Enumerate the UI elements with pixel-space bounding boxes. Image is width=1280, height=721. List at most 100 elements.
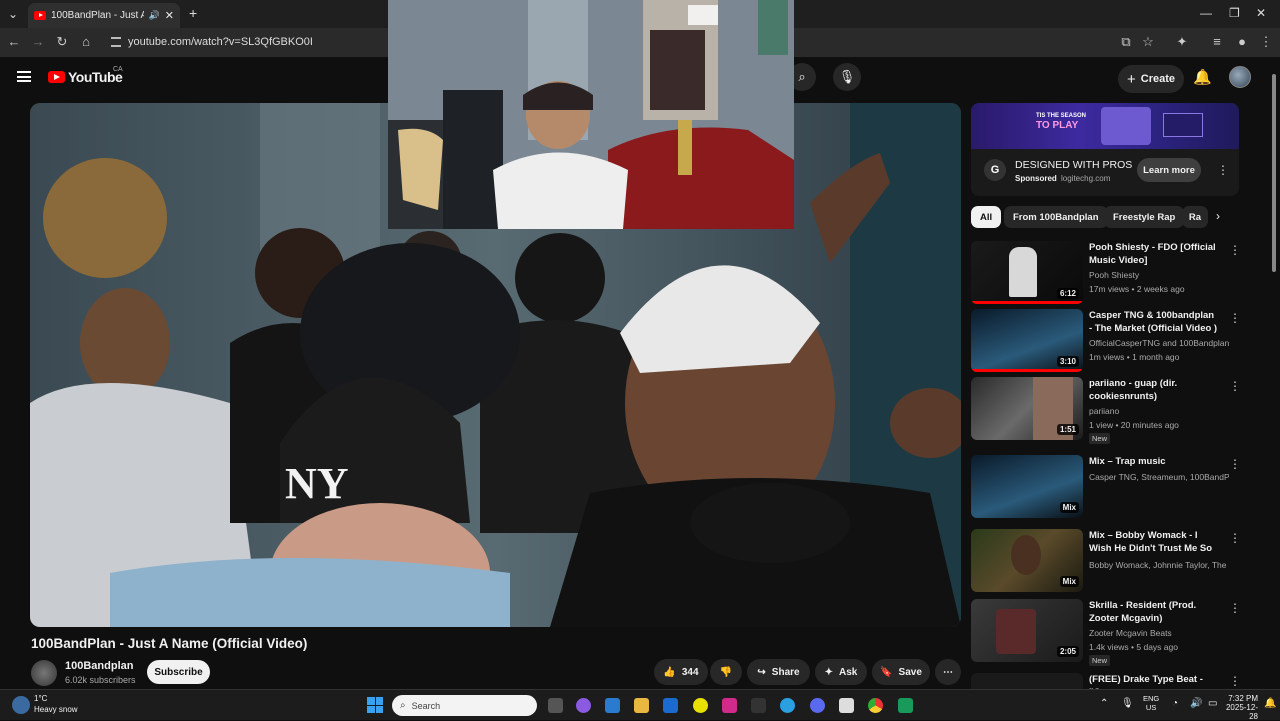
learn-more-button[interactable]: Learn more <box>1137 158 1201 182</box>
video-thumbnail[interactable]: 6:12 <box>971 241 1083 304</box>
notifications-bell-icon[interactable]: 🔔 <box>1193 68 1212 86</box>
tab-close-icon[interactable]: ✕ <box>165 9 174 22</box>
weather-icon[interactable] <box>12 696 30 714</box>
recommendation-title[interactable]: Mix – Bobby Womack - I Wish He Didn't Tr… <box>1089 529 1219 555</box>
recommendation-channel[interactable]: Casper TNG, Streameum, 100BandPlan a... <box>1089 472 1229 482</box>
recommendation-title[interactable]: (FREE) Drake Type Beat - "One <box>1089 673 1219 689</box>
video-thumbnail[interactable]: 3:10 <box>971 309 1083 372</box>
reload-icon[interactable]: ↻ <box>54 34 70 50</box>
chip-all[interactable]: All <box>971 206 1002 228</box>
youtube-logo[interactable]: YouTube <box>48 69 123 85</box>
install-app-icon[interactable]: ⧉ <box>1118 34 1134 50</box>
like-button[interactable]: 👍 344 <box>654 659 708 685</box>
window-close-icon[interactable]: ✕ <box>1256 6 1266 20</box>
recommendation-item[interactable]: Mix Mix – Bobby Womack - I Wish He Didn'… <box>971 529 1241 595</box>
task-view-icon[interactable] <box>548 698 563 713</box>
outlook-icon[interactable] <box>663 698 678 713</box>
chip-freestyle-rap[interactable]: Freestyle Rap <box>1104 206 1185 228</box>
language-indicator[interactable]: ENG US <box>1143 694 1159 712</box>
mix-thumbnail[interactable]: Mix <box>971 455 1083 518</box>
file-explorer-icon[interactable] <box>634 698 649 713</box>
tab-search-icon[interactable]: ⌄ <box>8 7 18 21</box>
notification-center-icon[interactable]: 🔔 <box>1264 698 1276 709</box>
recommendation-item[interactable]: 2:05 Skrilla - Resident (Prod. Zooter Mc… <box>971 599 1241 671</box>
show-hidden-icons-icon[interactable]: ⌃ <box>1100 698 1108 709</box>
chip-from-100bandplan[interactable]: From 100Bandplan <box>1004 206 1108 228</box>
item-menu-icon[interactable]: ⋮ <box>1229 675 1241 687</box>
menu-icon[interactable] <box>17 71 31 82</box>
wifi-icon[interactable]: ◔ <box>1172 698 1178 709</box>
forward-icon[interactable]: → <box>30 34 46 49</box>
recommendation-channel[interactable]: Pooh Shiesty <box>1089 270 1229 280</box>
recommendation-title[interactable]: pariiano - guap (dir. cookiesnrunts) <box>1089 377 1219 403</box>
video-thumbnail[interactable]: 2:05 <box>971 599 1083 662</box>
video-thumbnail[interactable] <box>971 673 1083 689</box>
recommendation-item[interactable]: 1:51 pariiano - guap (dir. cookiesnrunts… <box>971 377 1241 449</box>
item-menu-icon[interactable]: ⋮ <box>1229 244 1241 256</box>
dislike-button[interactable]: 👎 <box>710 659 742 685</box>
minimize-icon[interactable]: — <box>1200 6 1212 20</box>
new-tab-icon[interactable]: + <box>189 5 197 21</box>
recommendation-title[interactable]: Skrilla - Resident (Prod. Zooter Mcgavin… <box>1089 599 1219 625</box>
more-actions-button[interactable]: ⋯ <box>935 659 961 685</box>
windows-start-icon[interactable] <box>367 697 383 713</box>
snapchat-icon[interactable] <box>693 698 708 713</box>
home-icon[interactable]: ⌂ <box>78 34 94 49</box>
channel-name[interactable]: 100Bandplan <box>65 660 133 672</box>
account-avatar[interactable] <box>1229 66 1251 88</box>
ad-menu-icon[interactable]: ⋮ <box>1217 164 1229 176</box>
page-scrollbar[interactable] <box>1271 62 1277 688</box>
reading-list-icon[interactable]: ≡ <box>1209 34 1225 49</box>
chip-rap[interactable]: Ra <box>1182 206 1208 228</box>
browser-tab[interactable]: 100BandPlan - Just A Name 🔊 ✕ <box>28 3 180 28</box>
save-button[interactable]: 🔖 Save <box>872 659 930 685</box>
back-icon[interactable]: ← <box>6 34 22 49</box>
recommendation-channel[interactable]: Bobby Womack, Johnnie Taylor, The O'Ja..… <box>1089 560 1229 570</box>
item-menu-icon[interactable]: ⋮ <box>1229 532 1241 544</box>
recommendation-item[interactable]: 6:12 Pooh Shiesty - FDO [Official Music … <box>971 241 1241 305</box>
subscribe-button[interactable]: Subscribe <box>147 660 210 684</box>
browser-menu-icon[interactable]: ⋮ <box>1258 34 1274 50</box>
battery-icon[interactable]: ▭ <box>1208 698 1217 709</box>
app-icon[interactable] <box>722 698 737 713</box>
ad-headline[interactable]: DESIGNED WITH PROS <box>1015 159 1132 171</box>
share-button[interactable]: ↪ Share <box>747 659 810 685</box>
copilot-icon[interactable] <box>576 698 591 713</box>
microphone-icon[interactable]: 🎙 <box>1121 698 1134 709</box>
ad-banner[interactable]: TIS THE SEASON TO PLAY <box>971 103 1239 149</box>
recommendation-channel[interactable]: Zooter Mcgavin Beats <box>1089 628 1229 638</box>
recommendation-channel[interactable]: pariiano <box>1089 406 1229 416</box>
extensions-icon[interactable]: ✦ <box>1174 34 1190 50</box>
discord-icon[interactable] <box>810 698 825 713</box>
mix-thumbnail[interactable]: Mix <box>971 529 1083 592</box>
create-button[interactable]: + Create <box>1118 65 1184 93</box>
item-menu-icon[interactable]: ⋮ <box>1229 602 1241 614</box>
chevron-right-icon[interactable]: › <box>1216 209 1220 223</box>
site-info-icon[interactable] <box>111 37 121 47</box>
chrome-icon[interactable] <box>868 698 883 713</box>
taskbar-search[interactable]: ⌕ Search <box>392 695 537 716</box>
bookmark-star-icon[interactable]: ☆ <box>1140 34 1156 50</box>
item-menu-icon[interactable]: ⋮ <box>1229 312 1241 324</box>
scrollbar-thumb[interactable] <box>1272 74 1276 272</box>
video-thumbnail[interactable]: 1:51 <box>971 377 1083 440</box>
item-menu-icon[interactable]: ⋮ <box>1229 458 1241 470</box>
volume-icon[interactable]: 🔊 <box>1190 698 1202 709</box>
widgets-icon[interactable] <box>605 698 620 713</box>
item-menu-icon[interactable]: ⋮ <box>1229 380 1241 392</box>
audio-icon[interactable]: 🔊 <box>149 10 160 21</box>
channel-avatar[interactable] <box>31 660 57 686</box>
app-window-icon[interactable] <box>839 698 854 713</box>
recommendation-item[interactable]: (FREE) Drake Type Beat - "One ⋮ <box>971 673 1241 689</box>
clock[interactable]: 7:32 PM 2025-12-28 <box>1222 694 1258 721</box>
recommendation-title[interactable]: Pooh Shiesty - FDO [Official Music Video… <box>1089 241 1219 267</box>
recommendation-item[interactable]: Mix Mix – Trap music Casper TNG, Streame… <box>971 455 1241 521</box>
maximize-icon[interactable]: ❐ <box>1229 6 1240 20</box>
terminal-icon[interactable] <box>898 698 913 713</box>
ask-button[interactable]: ✦ Ask <box>815 659 867 685</box>
recommendation-channel[interactable]: OfficialCasperTNG and 100Bandplan <box>1089 338 1229 348</box>
recommendation-item[interactable]: 3:10 Casper TNG & 100bandplan - The Mark… <box>971 309 1241 373</box>
edge-icon[interactable] <box>780 698 795 713</box>
recommendation-title[interactable]: Mix – Trap music <box>1089 455 1219 468</box>
voice-search-icon[interactable]: 🎙 <box>833 63 861 91</box>
